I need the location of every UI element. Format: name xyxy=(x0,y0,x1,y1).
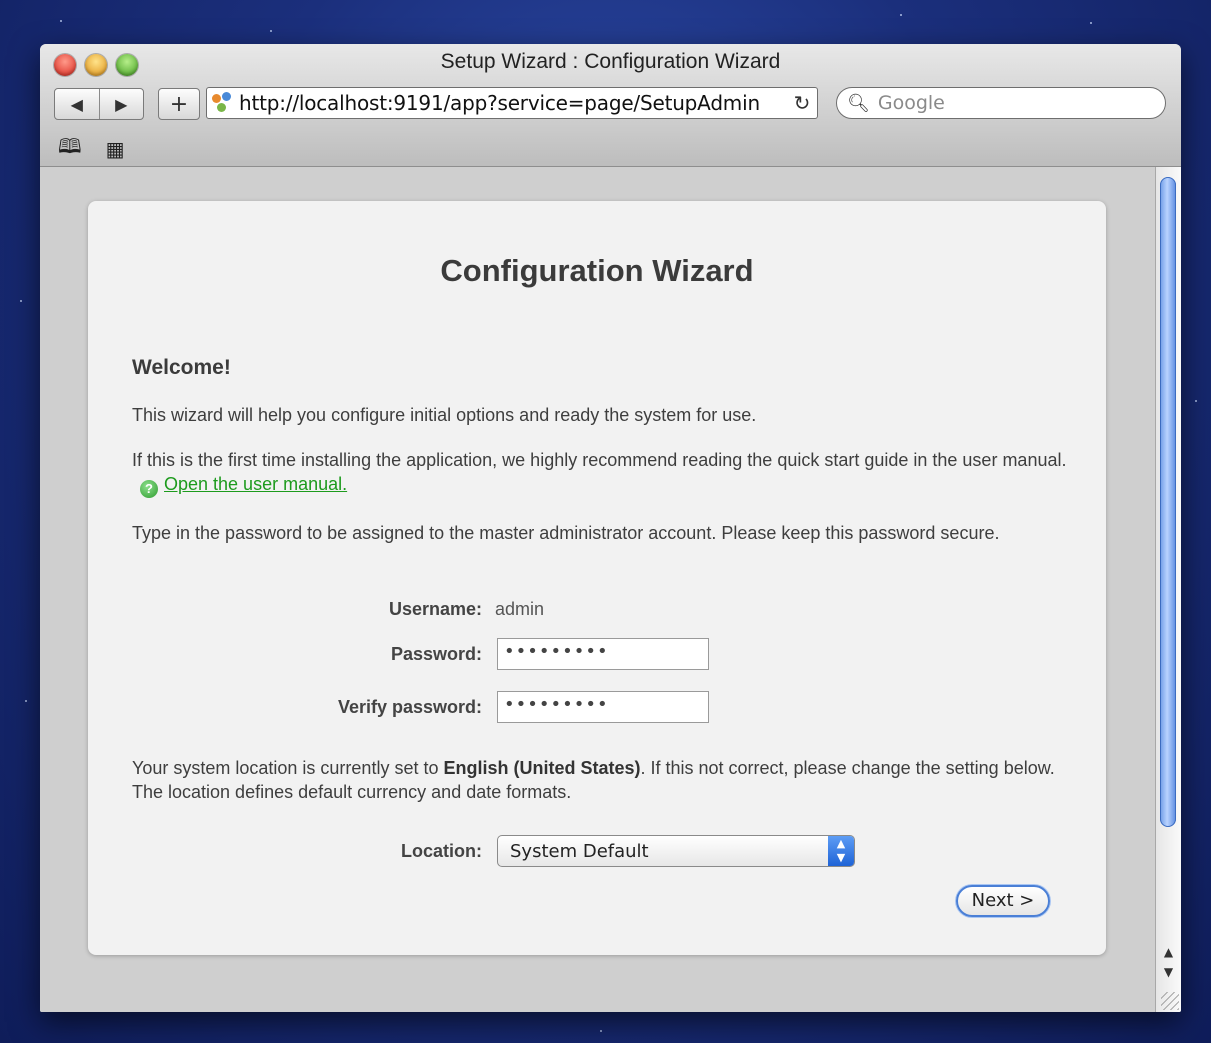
forward-button[interactable]: ▶ xyxy=(98,89,144,119)
wizard-panel: Configuration Wizard Welcome! This wizar… xyxy=(88,201,1106,955)
search-field[interactable]: 🔍︎ xyxy=(836,87,1166,119)
site-favicon-icon xyxy=(211,92,235,114)
password-label: Password: xyxy=(390,644,482,664)
intro-text: This wizard will help you configure init… xyxy=(132,405,757,425)
url-text[interactable]: http://localhost:9191/app?service=page/S… xyxy=(239,91,787,115)
verify-password-row: Verify password: ••••••••• xyxy=(88,691,1106,725)
password-instructions: Type in the password to be assigned to t… xyxy=(132,523,1000,543)
title-bar: Setup Wizard : Configuration Wizard ◀ ▶ … xyxy=(40,44,1181,167)
location-row: Location: System Default ▲ ▼ xyxy=(88,835,1106,869)
star xyxy=(900,14,902,16)
scrollbar-thumb[interactable] xyxy=(1160,177,1176,827)
next-button[interactable]: Next > xyxy=(956,885,1050,917)
window-title: Setup Wizard : Configuration Wizard xyxy=(440,50,781,73)
grid-icon[interactable]: ▦ xyxy=(106,137,125,161)
manual-paragraph: If this is the first time installing the… xyxy=(132,448,1072,498)
location-text-pre: Your system location is currently set to xyxy=(132,758,444,778)
address-bar[interactable]: http://localhost:9191/app?service=page/S… xyxy=(206,87,818,119)
star xyxy=(20,300,22,302)
vertical-scrollbar[interactable]: ▲ ▼ xyxy=(1155,167,1181,1012)
manual-text: If this is the first time installing the… xyxy=(132,450,1067,470)
star xyxy=(1090,22,1092,24)
verify-password-field[interactable]: ••••••••• xyxy=(497,691,709,723)
password-row: Password: ••••••••• xyxy=(88,638,1106,672)
reload-icon[interactable]: ↻ xyxy=(787,91,817,115)
add-bookmark-button[interactable]: + xyxy=(158,88,200,120)
back-arrow-icon: ◀ xyxy=(70,94,83,114)
navigation-buttons: ◀ ▶ xyxy=(54,88,144,120)
resize-handle-icon[interactable] xyxy=(1161,992,1179,1010)
location-select[interactable]: System Default ▲ ▼ xyxy=(497,835,855,867)
location-paragraph: Your system location is currently set to… xyxy=(132,756,1072,804)
scroll-up-icon[interactable]: ▲ xyxy=(1156,942,1181,962)
welcome-heading: Welcome! xyxy=(132,356,231,379)
forward-arrow-icon: ▶ xyxy=(115,94,128,114)
star xyxy=(60,20,62,22)
search-input[interactable] xyxy=(875,91,1130,115)
password-field[interactable]: ••••••••• xyxy=(497,638,709,670)
scroll-down-icon[interactable]: ▼ xyxy=(1156,962,1181,982)
page-viewport: Configuration Wizard Welcome! This wizar… xyxy=(40,167,1156,1012)
location-selected-value: System Default xyxy=(510,841,649,862)
browser-window: Setup Wizard : Configuration Wizard ◀ ▶ … xyxy=(40,44,1181,1012)
help-icon: ? xyxy=(140,480,158,498)
back-button[interactable]: ◀ xyxy=(55,89,99,119)
scroll-arrows: ▲ ▼ xyxy=(1156,942,1181,982)
star xyxy=(1195,400,1197,402)
username-label: Username: xyxy=(388,599,482,619)
star xyxy=(600,1030,602,1032)
star xyxy=(270,30,272,32)
location-label: Location: xyxy=(401,841,482,861)
star xyxy=(25,700,27,702)
page-title: Configuration Wizard xyxy=(440,253,754,288)
select-arrows-icon: ▲ ▼ xyxy=(828,836,854,866)
user-manual-link[interactable]: Open the user manual. xyxy=(164,474,347,494)
bookmarks-bar: 🕮 ▦ xyxy=(58,132,125,166)
book-icon[interactable]: 🕮 xyxy=(58,132,82,166)
username-row: Username: admin xyxy=(88,593,1106,627)
username-value: admin xyxy=(495,599,545,619)
current-location: English (United States) xyxy=(443,758,641,778)
verify-password-label: Verify password: xyxy=(337,697,482,717)
search-icon[interactable]: 🔍︎ xyxy=(847,93,870,114)
